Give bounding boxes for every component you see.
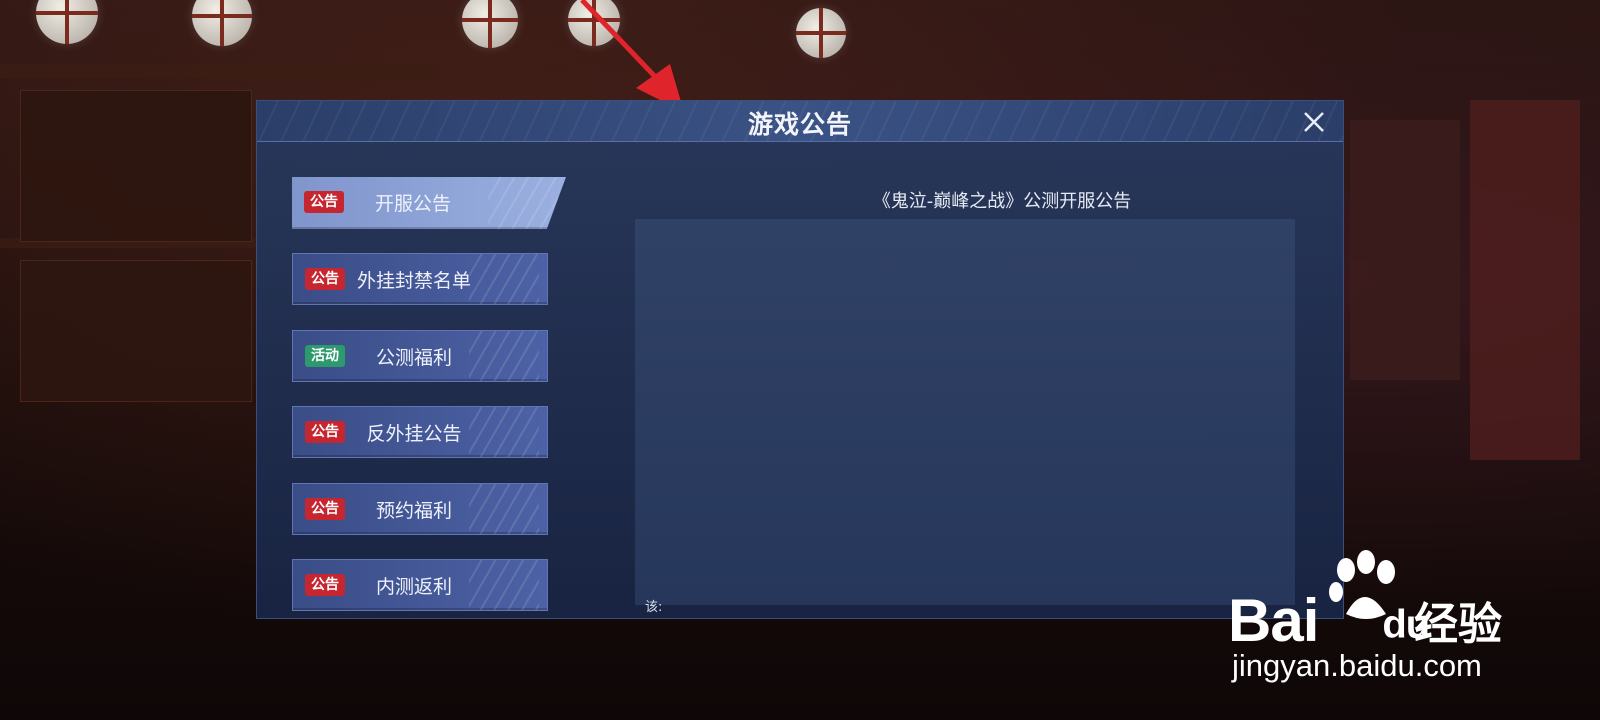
tab-badge: 公告	[305, 498, 345, 520]
tab-label: 开服公告	[374, 193, 451, 215]
tab-public-test-welfare[interactable]: 活动 公测福利	[292, 330, 548, 382]
tab-kaifu[interactable]: 公告 开服公告	[292, 177, 566, 229]
dialog-header: 游戏公告	[257, 101, 1343, 142]
tab-label: 反外挂公告	[366, 423, 462, 445]
lantern-decoration	[36, 0, 98, 44]
tab-closed-beta-rebate[interactable]: 公告 内测返利	[292, 559, 548, 611]
tab-label: 预约福利	[375, 500, 452, 522]
tab-badge: 公告	[304, 191, 344, 213]
announcement-dialog: 游戏公告 公告 开服公告 公告 外挂封禁名单 活动 公测福利 公告 反外挂公告 …	[256, 100, 1344, 619]
watermark-cn: 经验	[1414, 599, 1502, 650]
tab-badge: 活动	[305, 345, 345, 367]
watermark-url: jingyan.baidu.com	[1232, 648, 1482, 683]
close-button[interactable]	[1299, 107, 1329, 137]
announcement-body[interactable]	[635, 219, 1295, 605]
tab-label: 公测福利	[375, 347, 452, 369]
lantern-decoration	[462, 0, 518, 48]
baidu-jingyan-watermark: Bai du 经验 jingyan.baidu.com	[1228, 548, 1528, 688]
tab-badge: 公告	[305, 268, 345, 290]
close-icon	[1304, 112, 1324, 132]
tab-reservation-welfare[interactable]: 公告 预约福利	[292, 483, 548, 535]
tab-label: 内测返利	[375, 576, 452, 598]
paw-icon	[1329, 550, 1395, 619]
dialog-title: 游戏公告	[747, 110, 852, 139]
tab-label: 外挂封禁名单	[356, 270, 471, 292]
lantern-decoration	[192, 0, 252, 46]
tab-ban-list[interactable]: 公告 外挂封禁名单	[292, 253, 548, 305]
tab-badge: 公告	[305, 421, 345, 443]
announcement-text: 该:	[645, 600, 663, 615]
announcement-title: 《鬼泣-巅峰之战》公测开服公告	[872, 191, 1132, 212]
lantern-decoration	[796, 8, 846, 58]
tab-anti-cheat[interactable]: 公告 反外挂公告	[292, 406, 548, 458]
tab-badge: 公告	[305, 574, 345, 596]
